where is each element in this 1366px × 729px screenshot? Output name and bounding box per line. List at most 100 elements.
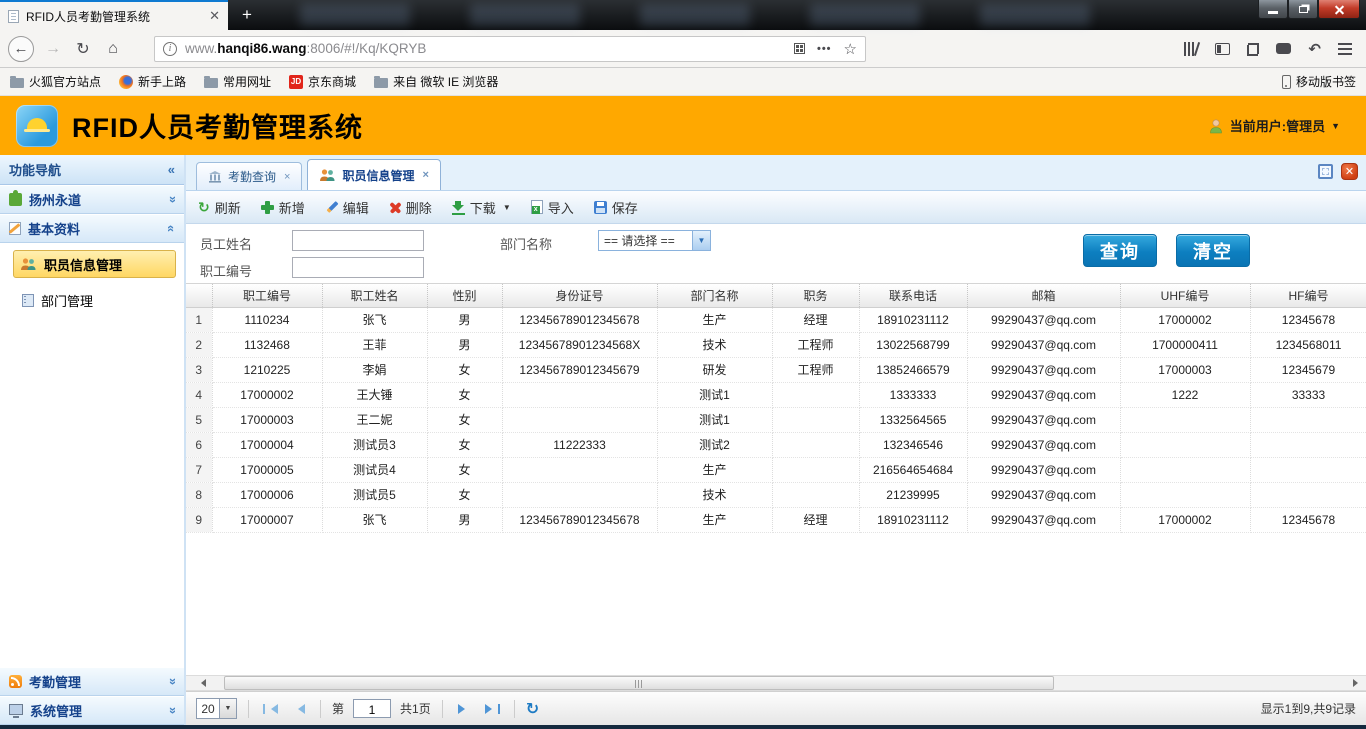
column-header[interactable]: 部门名称 (657, 284, 772, 307)
scroll-right-button[interactable] (1347, 676, 1364, 690)
table-row[interactable]: 417000002王大锤女测试1133333399290437@qq.com12… (186, 382, 1366, 407)
download-icon (452, 201, 465, 214)
select-arrow-icon[interactable]: ▼ (219, 699, 236, 718)
sidebar-group-attendance[interactable]: 考勤管理 « (0, 667, 184, 696)
column-header[interactable]: UHF编号 (1120, 284, 1250, 307)
new-tab-button[interactable]: + (236, 5, 258, 25)
next-page-button[interactable] (454, 699, 474, 719)
sidebar-collapse-icon[interactable]: « (168, 162, 175, 177)
undo-icon[interactable]: ↶ (1308, 40, 1321, 58)
close-panel-icon[interactable]: ✕ (1341, 163, 1358, 180)
table-cell (1120, 432, 1250, 457)
dept-select[interactable]: == 请选择 == ▼ (598, 230, 711, 251)
sidebar-group-basic-data[interactable]: 基本资料 « (0, 214, 184, 243)
tab-close-icon[interactable]: ✕ (209, 8, 220, 24)
employee-table-body: 11110234张飞男123456789012345678生产经理1891023… (186, 307, 1366, 532)
sidebar-item-department[interactable]: 部门管理 (22, 286, 184, 314)
bookmark-label: 来自 微软 IE 浏览器 (393, 73, 498, 90)
qr-code-icon[interactable] (794, 43, 805, 54)
column-header[interactable]: 职务 (772, 284, 859, 307)
home-button[interactable]: ⌂ (98, 40, 128, 58)
window-maximize-button[interactable] (1288, 0, 1318, 19)
sidebar-group-system[interactable]: 系统管理 « (0, 696, 184, 725)
bookmark-star-icon[interactable]: ☆ (844, 40, 857, 58)
sidebar-group-yangzhou[interactable]: 扬州永道 « (0, 185, 184, 214)
edit-button[interactable]: 编辑 (323, 196, 371, 219)
bookmark-item[interactable]: 常用网址 (204, 73, 271, 90)
sidebar-item-employee-info[interactable]: 职员信息管理 (13, 250, 176, 278)
delete-button[interactable]: 删除 (387, 196, 434, 219)
table-row[interactable]: 21132468王菲男12345678901234568X技术工程师130225… (186, 332, 1366, 357)
current-user-menu[interactable]: 当前用户:管理员 ▼ (1208, 116, 1340, 135)
first-page-button[interactable] (260, 699, 280, 719)
reload-button[interactable]: ↻ (68, 39, 98, 59)
table-row[interactable]: 917000007张飞男123456789012345678生产经理189102… (186, 507, 1366, 532)
employee-code-input[interactable] (292, 257, 424, 278)
triangle-left-icon (293, 704, 305, 714)
address-bar[interactable]: i www.hanqi86.wang:8006/#!/Kq/KQRYB ••• … (154, 36, 866, 62)
column-header[interactable]: 邮箱 (967, 284, 1120, 307)
bookmark-label: 火狐官方站点 (29, 73, 101, 90)
tab-close-icon[interactable]: × (422, 169, 428, 181)
bookmark-item[interactable]: 新手上路 (119, 73, 186, 90)
tab-attendance-query[interactable]: 考勤查询 × (196, 162, 302, 190)
app-logo-icon (16, 105, 58, 147)
column-header[interactable]: 身份证号 (502, 284, 657, 307)
query-button[interactable]: 查询 (1083, 234, 1157, 267)
table-cell: 张飞 (322, 507, 427, 532)
table-cell (502, 457, 657, 482)
table-row[interactable]: 11110234张飞男123456789012345678生产经理1891023… (186, 307, 1366, 332)
column-header[interactable]: 职工姓名 (322, 284, 427, 307)
bookmark-item[interactable]: 火狐官方站点 (10, 73, 101, 90)
scrollbar-thumb[interactable] (224, 676, 1054, 690)
table-row[interactable]: 31210225李娟女123456789012345679研发工程师138524… (186, 357, 1366, 382)
save-button[interactable]: 保存 (592, 196, 640, 219)
dropdown-caret-icon: ▼ (503, 203, 511, 212)
column-header[interactable]: 职工编号 (212, 284, 322, 307)
bookmark-item[interactable]: JD京东商城 (289, 73, 356, 90)
pager-refresh-icon[interactable]: ↻ (526, 699, 539, 719)
add-button[interactable]: 新增 (259, 196, 307, 219)
page-actions-icon[interactable]: ••• (817, 43, 832, 55)
table-row[interactable]: 717000005测试员4女生产21656465468499290437@qq.… (186, 457, 1366, 482)
back-button[interactable]: ← (8, 36, 34, 62)
column-header[interactable]: HF编号 (1250, 284, 1366, 307)
page-number-input[interactable] (353, 699, 391, 718)
column-header-rownum[interactable] (186, 284, 212, 307)
tab-employee-info[interactable]: 职员信息管理 × (307, 159, 440, 190)
scroll-left-button[interactable] (194, 676, 211, 690)
bookmark-item[interactable]: 来自 微软 IE 浏览器 (374, 73, 498, 90)
column-header[interactable]: 性别 (427, 284, 502, 307)
column-header[interactable]: 联系电话 (859, 284, 967, 307)
table-row[interactable]: 617000004测试员3女11222333测试2132346546992904… (186, 432, 1366, 457)
expand-icon[interactable] (1318, 164, 1333, 179)
clear-button[interactable]: 清空 (1176, 234, 1250, 267)
horizontal-scrollbar[interactable] (186, 675, 1366, 691)
table-row[interactable]: 517000003王二妮女测试1133256456599290437@qq.co… (186, 407, 1366, 432)
window-close-button[interactable] (1318, 0, 1360, 19)
background-tab-ghost (300, 4, 410, 26)
button-label: 编辑 (343, 198, 369, 217)
forward-button[interactable]: → (38, 40, 68, 58)
last-page-button[interactable] (483, 699, 503, 719)
download-button[interactable]: 下载▼ (450, 196, 513, 219)
tab-close-icon[interactable]: × (284, 171, 290, 183)
site-info-icon[interactable]: i (163, 42, 177, 56)
sidebar-toggle-icon[interactable] (1215, 43, 1230, 55)
window-minimize-button[interactable] (1258, 0, 1288, 19)
employee-grid: 职工编号职工姓名性别身份证号部门名称职务联系电话邮箱UHF编号HF编号 1111… (186, 283, 1366, 675)
mobile-bookmarks-item[interactable]: 移动版书签 (1282, 73, 1356, 90)
select-arrow-icon[interactable]: ▼ (692, 231, 710, 250)
chat-icon[interactable] (1276, 43, 1291, 54)
refresh-button[interactable]: ↻刷新 (196, 196, 243, 219)
prev-page-button[interactable] (289, 699, 309, 719)
employee-name-input[interactable] (292, 230, 424, 251)
menu-hamburger-icon[interactable] (1338, 43, 1352, 45)
import-button[interactable]: 导入 (529, 196, 576, 219)
table-row[interactable]: 817000006测试员5女技术2123999599290437@qq.com (186, 482, 1366, 507)
screenshot-icon[interactable] (1247, 43, 1259, 55)
page-size-select[interactable]: 20 ▼ (196, 698, 237, 719)
browser-tab[interactable]: RFID人员考勤管理系统 ✕ (0, 0, 228, 30)
url-text[interactable]: www.hanqi86.wang:8006/#!/Kq/KQRYB (185, 41, 786, 56)
library-icon[interactable] (1184, 42, 1198, 56)
